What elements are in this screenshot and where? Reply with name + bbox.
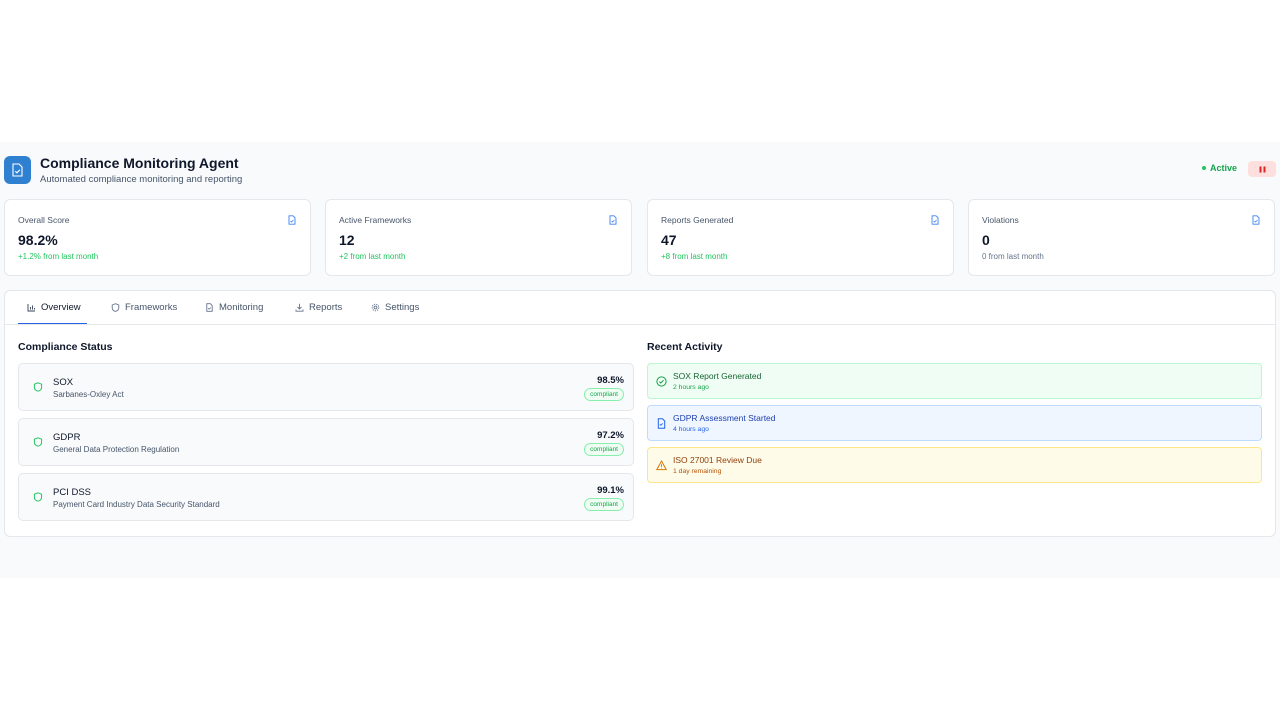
file-icon — [1252, 215, 1260, 225]
pause-button[interactable] — [1248, 161, 1276, 177]
bar-chart-icon — [27, 303, 35, 311]
compliance-status-title: Compliance Status — [18, 341, 113, 353]
framework-name: PCI DSS — [53, 487, 92, 498]
stat-label: Active Frameworks — [339, 215, 412, 225]
shield-icon — [33, 437, 43, 447]
agent-panel: Compliance Monitoring Agent Automated co… — [0, 142, 1280, 578]
framework-score: 99.1% — [597, 485, 624, 496]
tab-bar: Overview Frameworks Monitoring Reports S… — [5, 291, 1275, 325]
stat-value: 12 — [339, 232, 355, 248]
framework-desc: Payment Card Industry Data Security Stan… — [53, 500, 220, 509]
activity-time: 1 day remaining — [673, 468, 722, 475]
activity-item-gdpr-assessment[interactable]: GDPR Assessment Started 4 hours ago — [647, 405, 1262, 441]
stat-value: 47 — [661, 232, 677, 248]
stat-change: +8 from last month — [661, 252, 728, 261]
stat-card-active-frameworks: Active Frameworks 12 +2 from last month — [325, 199, 632, 276]
tab-label: Settings — [385, 302, 420, 313]
status-badge: compliant — [584, 498, 624, 511]
shield-icon — [111, 303, 120, 312]
file-icon — [609, 215, 617, 225]
app-icon — [4, 156, 31, 184]
warning-icon — [656, 460, 667, 471]
gear-icon — [371, 303, 380, 312]
stat-label: Violations — [982, 215, 1019, 225]
status-badge: Active — [1202, 163, 1237, 173]
tab-monitoring[interactable]: Monitoring — [205, 291, 263, 324]
tab-frameworks[interactable]: Frameworks — [111, 291, 177, 324]
framework-desc: General Data Protection Regulation — [53, 445, 180, 454]
activity-title: GDPR Assessment Started — [673, 413, 776, 423]
file-check-icon — [12, 163, 23, 177]
stat-value: 98.2% — [18, 232, 58, 248]
file-icon — [931, 215, 939, 225]
tab-label: Monitoring — [219, 302, 264, 313]
stat-change: +1.2% from last month — [18, 252, 99, 261]
stat-change: +2 from last month — [339, 252, 406, 261]
check-circle-icon — [656, 376, 667, 387]
framework-row-sox[interactable]: SOX Sarbanes-Oxley Act 98.5% compliant — [18, 363, 634, 411]
framework-name: SOX — [53, 377, 74, 388]
shield-icon — [33, 492, 43, 502]
activity-title: ISO 27001 Review Due — [673, 455, 762, 465]
file-icon — [657, 418, 666, 429]
file-icon — [288, 215, 296, 225]
status-label: Active — [1210, 163, 1238, 173]
activity-item-iso-review[interactable]: ISO 27001 Review Due 1 day remaining — [647, 447, 1262, 483]
header: Compliance Monitoring Agent Automated co… — [4, 155, 1276, 187]
shield-icon — [33, 382, 43, 392]
activity-title: SOX Report Generated — [673, 371, 762, 381]
activity-item-sox-report[interactable]: SOX Report Generated 2 hours ago — [647, 363, 1262, 399]
tab-label: Overview — [41, 301, 81, 313]
stat-label: Reports Generated — [661, 215, 734, 225]
stat-value: 0 — [982, 232, 990, 248]
activity-time: 2 hours ago — [673, 384, 709, 391]
tab-settings[interactable]: Settings — [371, 291, 419, 324]
download-icon — [295, 303, 304, 312]
stat-card-overall-score: Overall Score 98.2% +1.2% from last mont… — [4, 199, 311, 276]
status-dot-icon — [1202, 166, 1206, 170]
activity-time: 4 hours ago — [673, 426, 709, 433]
framework-row-pci-dss[interactable]: PCI DSS Payment Card Industry Data Secur… — [18, 473, 634, 521]
status-badge: compliant — [584, 388, 624, 401]
tab-label: Reports — [309, 302, 343, 313]
pause-icon — [1259, 166, 1265, 172]
page-title: Compliance Monitoring Agent — [40, 155, 239, 171]
status-badge: compliant — [584, 443, 624, 456]
stat-card-violations: Violations 0 0 from last month — [968, 199, 1275, 276]
tab-overview[interactable]: Overview — [18, 291, 87, 324]
main-card: Overview Frameworks Monitoring Reports S… — [4, 290, 1276, 537]
framework-row-gdpr[interactable]: GDPR General Data Protection Regulation … — [18, 418, 634, 466]
stats-row: Overall Score 98.2% +1.2% from last mont… — [4, 199, 1276, 276]
framework-score: 97.2% — [597, 430, 624, 441]
file-icon — [206, 303, 213, 312]
page-subtitle: Automated compliance monitoring and repo… — [40, 174, 243, 185]
framework-desc: Sarbanes-Oxley Act — [53, 390, 124, 399]
stat-change: 0 from last month — [982, 252, 1044, 261]
framework-score: 98.5% — [597, 375, 624, 386]
tab-reports[interactable]: Reports — [295, 291, 342, 324]
tab-label: Frameworks — [125, 302, 178, 313]
stat-label: Overall Score — [18, 215, 70, 225]
framework-name: GDPR — [53, 432, 81, 443]
recent-activity-title: Recent Activity — [647, 341, 723, 353]
stat-card-reports-generated: Reports Generated 47 +8 from last month — [647, 199, 954, 276]
